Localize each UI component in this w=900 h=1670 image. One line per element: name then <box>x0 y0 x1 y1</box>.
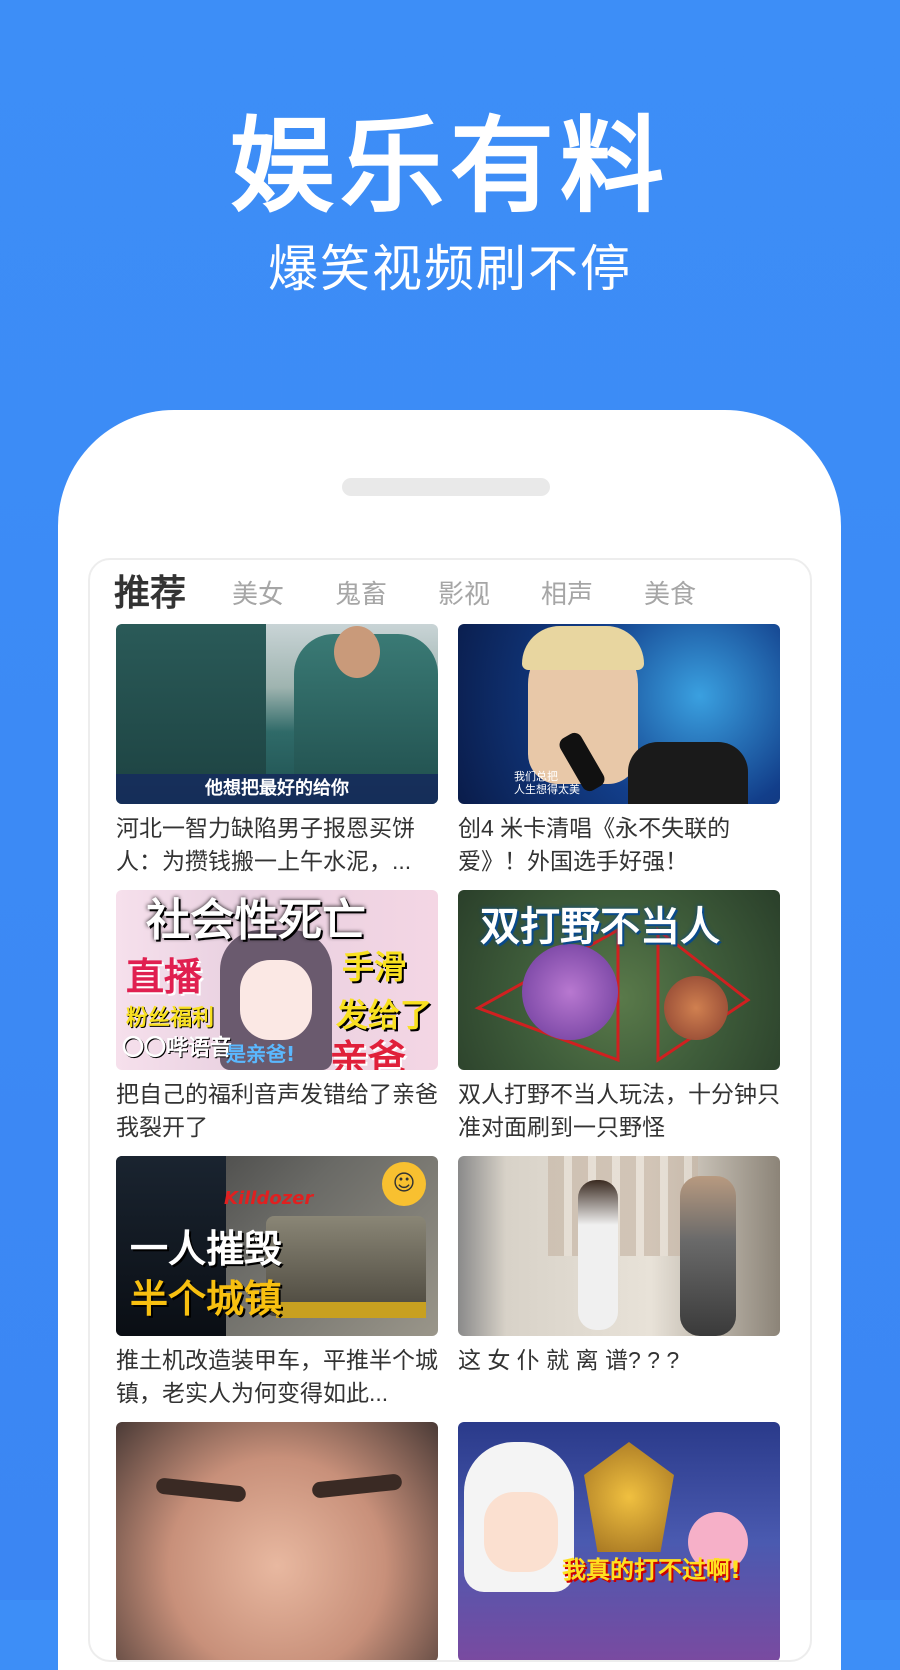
hero-portrait <box>522 944 618 1040</box>
video-title[interactable]: 推土机改造装甲车，平推半个城镇，老实人为何变得如此... <box>116 1344 438 1410</box>
tab-kichiku[interactable]: 鬼畜 <box>335 574 387 611</box>
face-blurred <box>334 626 380 678</box>
armored-bulldozer <box>266 1216 426 1316</box>
video-thumbnail[interactable]: 他想把最好的给你 <box>116 624 438 804</box>
overlay-text: 亲爸 <box>330 1037 407 1070</box>
video-title[interactable]: 把自己的福利音声发错给了亲爸 我裂开了 <box>116 1078 438 1144</box>
overlay-text: 手滑 <box>342 948 407 986</box>
man-figure <box>680 1176 736 1336</box>
tab-beauty[interactable]: 美女 <box>232 574 284 611</box>
overlay-text: Killdozer <box>224 1188 314 1209</box>
closed-eye <box>311 1473 403 1499</box>
video-thumbnail[interactable]: 社会性死亡 直播 粉丝福利 〇〇哔语音 手滑 发给了 亲爸 是亲爸! <box>116 890 438 1070</box>
overlay-text: 我真的打不过啊! <box>562 1556 741 1584</box>
video-title[interactable]: 这 女 仆 就 离 谱? ? ? <box>458 1344 780 1410</box>
video-title[interactable]: 创4 米卡清唱《永不失联的爱》！外国选手好强！ <box>458 812 780 878</box>
overlay-text: 直播 <box>126 955 203 999</box>
subtitle-line: 我们总把 <box>514 770 558 783</box>
singer-suit <box>628 742 748 804</box>
video-title[interactable]: 双人打野不当人玩法，十分钟只准对面刷到一只野怪 <box>458 1078 780 1144</box>
bulldozer-tracks <box>276 1302 426 1318</box>
hero-portrait <box>664 976 728 1040</box>
subtitle-line: 人生想得太美 <box>514 783 580 796</box>
person-figure <box>116 624 266 774</box>
overlay-text: 一人摧毁 <box>130 1227 283 1271</box>
app-screen: 推荐 美女 鬼畜 影视 相声 美食 他想把最好的给你 河北一智力缺陷男子报恩买饼… <box>88 558 812 1662</box>
phone-frame: 推荐 美女 鬼畜 影视 相声 美食 他想把最好的给你 河北一智力缺陷男子报恩买饼… <box>58 410 841 1670</box>
overlay-text: 是亲爸! <box>226 1042 296 1066</box>
phone-speaker-notch <box>342 478 550 496</box>
video-thumbnail[interactable]: 我们总把 人生想得太美 <box>458 624 780 804</box>
overlay-text: 社会性死亡 <box>146 895 366 946</box>
video-title[interactable]: 河北一智力缺陷男子报恩买饼人：为攒钱搬一上午水泥，... <box>116 812 438 878</box>
overlay-text: 粉丝福利 <box>126 1006 215 1031</box>
photo-wall <box>548 1156 698 1256</box>
maid-figure <box>578 1180 618 1330</box>
emoji-icon: ☺ <box>382 1162 426 1206</box>
tab-recommend[interactable]: 推荐 <box>114 564 186 616</box>
video-thumbnail[interactable] <box>116 1422 438 1660</box>
video-thumbnail[interactable]: ☺ 一人摧毁 半个城镇 Killdozer <box>116 1156 438 1336</box>
promo-subline: 爆笑视频刷不停 <box>268 240 632 298</box>
closed-eye <box>155 1477 247 1503</box>
overlay-text: 〇〇哔语音 <box>122 1036 233 1061</box>
anime-character-face <box>240 960 312 1040</box>
promo-headline: 娱乐有料 <box>229 105 670 227</box>
tab-crosstalk[interactable]: 相声 <box>541 574 593 611</box>
overlay-text: 半个城镇 <box>130 1277 283 1321</box>
thumbnail-caption: 他想把最好的给你 <box>116 774 438 804</box>
singer-hair <box>522 626 644 670</box>
rank-badge-icon <box>584 1442 674 1552</box>
tab-film[interactable]: 影视 <box>438 574 490 611</box>
video-thumbnail[interactable]: 我真的打不过啊! <box>458 1422 780 1660</box>
subtitle-text: 我们总把 人生想得太美 <box>514 770 580 796</box>
video-thumbnail[interactable] <box>458 1156 780 1336</box>
video-thumbnail[interactable]: 双打野不当人 <box>458 890 780 1070</box>
tab-food[interactable]: 美食 <box>644 574 696 611</box>
overlay-text: 双打野不当人 <box>480 904 720 950</box>
anime-character-face <box>484 1492 558 1572</box>
